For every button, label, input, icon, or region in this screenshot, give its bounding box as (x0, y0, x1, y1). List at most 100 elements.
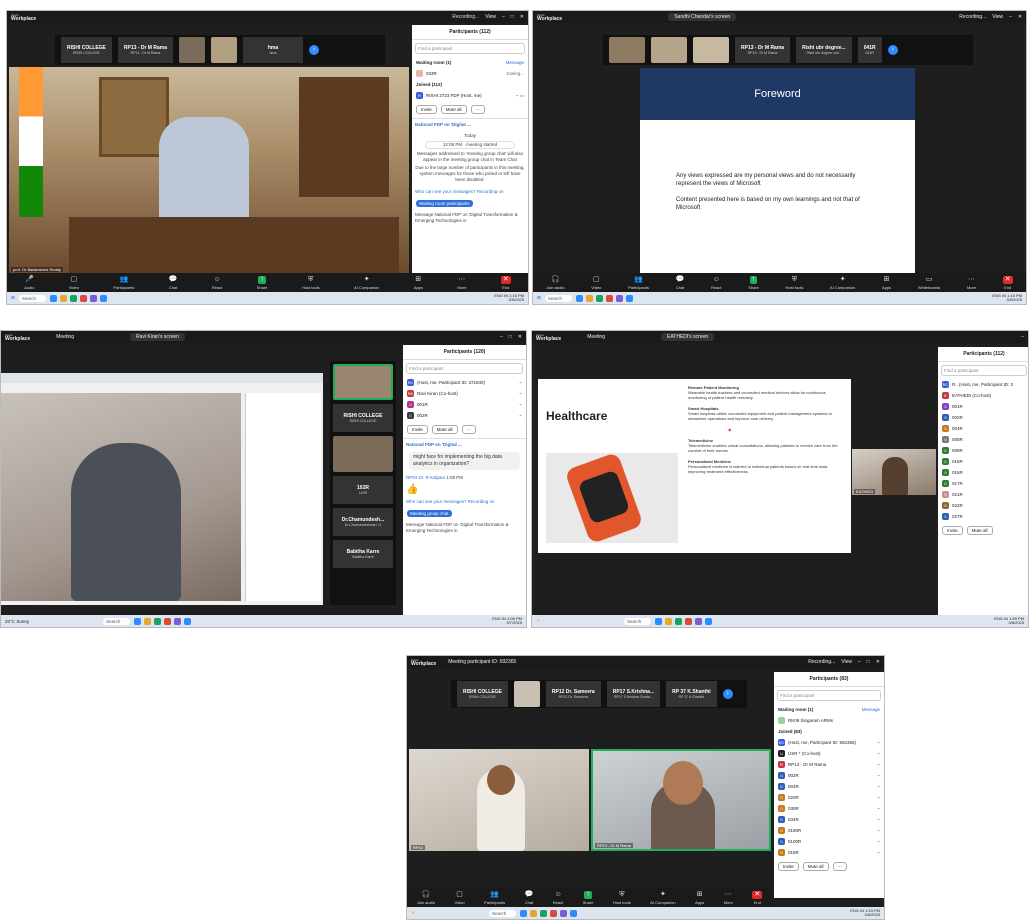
chat-message-input[interactable]: Message National FDP on 'Digital Transfo… (403, 519, 526, 537)
list-item[interactable]: RK Ravi Kiran (Co-host) ⌁ (403, 388, 526, 399)
invite-button[interactable]: Invite (778, 862, 799, 871)
clock-date[interactable]: 3/8/2025 (1008, 620, 1024, 625)
list-item[interactable]: 0 001R ⌁ (403, 399, 526, 410)
react-button[interactable]: ☺ React (711, 276, 721, 290)
list-item[interactable]: 0 015R ⌁ (774, 847, 884, 858)
taskbar-app-icons[interactable] (50, 294, 108, 302)
who-can-see-link[interactable]: Who can see your messages? Recording on (412, 186, 528, 198)
video-button[interactable]: ▢ Video (69, 276, 79, 290)
share-tab[interactable]: EATHEDI's screen (661, 333, 715, 341)
language-indicator[interactable]: ENG IN (992, 293, 1006, 298)
more-icon[interactable]: ··· (470, 105, 486, 114)
chat-button[interactable]: 💬 Chat (676, 276, 685, 290)
apps-button[interactable]: ⊞ Apps (695, 891, 704, 905)
recipient-chip[interactable]: Meeting group chat (407, 510, 452, 517)
windows-start-icon[interactable]: ☀ (536, 618, 540, 624)
share-button[interactable]: ↑ Share (583, 891, 593, 905)
meeting-menu[interactable]: Meeting (587, 334, 605, 340)
recording-indicator[interactable]: Recording... (452, 14, 479, 20)
audio-button[interactable]: 🎤 Audio (24, 276, 34, 290)
strip-tile[interactable]: Rishi ubr degree... Rishi ubr degree coll… (796, 37, 852, 63)
gallery-tile[interactable]: Dr.Chamundesh... Dr.Chamundeshwari. G (333, 508, 393, 536)
share-tab[interactable]: Sandhi Chandar's screen (668, 13, 737, 21)
list-item[interactable]: 0 020R ⌁ (774, 792, 884, 803)
strip-tile[interactable]: RP17 S.Krishna... RP17 S.Krishna Chaita..… (606, 681, 661, 707)
joined-header[interactable]: Joined (112) (412, 79, 528, 90)
list-item[interactable]: 0 030R ⌁ (774, 803, 884, 814)
host-tools-button[interactable]: ⛨ Host tools (786, 276, 804, 290)
taskbar-search-input[interactable]: Search (18, 294, 47, 302)
taskbar-app-icons[interactable] (655, 617, 713, 625)
participant-search-input[interactable]: Find a participant (406, 363, 523, 374)
maximize-icon[interactable]: □ (867, 659, 870, 665)
meeting-info[interactable]: Meeting participant ID: 592365 (448, 659, 516, 665)
strip-tile[interactable]: RP13 - Dr M Rama RP13 - Dr M Rama (117, 37, 173, 63)
end-button[interactable]: ✕ End (1002, 276, 1013, 290)
minimize-icon[interactable]: – (500, 334, 503, 340)
share-button[interactable]: ↑ Share (748, 276, 759, 290)
chat-button[interactable]: 💬 Chat (169, 276, 178, 290)
speaker-thumbnail[interactable]: EATHEDI (852, 449, 936, 495)
react-button[interactable]: ☺ React (212, 276, 222, 290)
apps-button[interactable]: ⊞ Apps (414, 276, 423, 290)
list-item[interactable]: 0 008R (938, 445, 1028, 456)
minimize-icon[interactable]: – (1009, 14, 1012, 20)
minimize-icon[interactable]: – (1021, 334, 1024, 340)
list-item[interactable]: 0 002R (938, 412, 1028, 423)
ai-companion-button[interactable]: ✦ AI Companion (354, 276, 379, 290)
list-item[interactable]: RC (Host, me, Participant ID: 371840) ⌁ (403, 377, 526, 388)
mute-all-button[interactable]: Mute all (431, 425, 458, 434)
ai-companion-button[interactable]: ✦ AI Companion (650, 891, 675, 905)
windows-start-icon[interactable]: ⊞ (11, 295, 15, 301)
minimize-icon[interactable]: – (858, 659, 861, 665)
strip-tile[interactable]: RP 37 K.Shanthi RP 37 K.Shanthi (666, 681, 717, 707)
participants-button[interactable]: 👥 Participants (113, 276, 134, 290)
taskbar-app-icons[interactable] (576, 294, 634, 302)
clock-date[interactable]: 3/7/2025 (506, 620, 522, 625)
strip-video-thumb[interactable] (178, 37, 205, 63)
list-item[interactable]: 0 004R ⌁ (774, 781, 884, 792)
list-item[interactable]: 0 0190R ⌁ (774, 825, 884, 836)
recipient-chip[interactable]: Waiting room participants (416, 200, 473, 207)
close-icon[interactable]: ✕ (518, 334, 522, 340)
strip-video-thumb[interactable] (609, 37, 645, 63)
joined-header[interactable]: Joined (83) (774, 726, 884, 737)
message-button[interactable]: Message (862, 707, 880, 712)
end-button[interactable]: ✕ End (500, 276, 511, 290)
view-menu[interactable]: View (992, 14, 1003, 20)
taskbar-search-input[interactable]: Search (489, 909, 517, 917)
taskbar-search-input[interactable]: Search (103, 617, 131, 625)
more-button[interactable]: ⋯ More (724, 891, 733, 905)
gallery-tile[interactable]: Babitha Karre Babitha Karre (333, 540, 393, 568)
list-item[interactable]: 0 001R (938, 401, 1028, 412)
participant-search-input[interactable]: Find a participant (941, 365, 1027, 376)
share-button[interactable]: ↑ Share (257, 276, 267, 290)
chat-message-input[interactable]: Message National FDP on 'Digital Transfo… (412, 209, 528, 227)
participants-button[interactable]: 👥 Participants (628, 276, 649, 290)
list-item[interactable]: 0 021R (938, 489, 1028, 500)
join-audio-button[interactable]: 🎧 Join audio (417, 891, 435, 905)
next-page-icon[interactable]: › (722, 689, 733, 699)
taskbar-app-icons[interactable] (134, 617, 192, 625)
clock-date[interactable]: 3/8/2025 (864, 912, 880, 917)
recording-indicator[interactable]: Recording... (808, 659, 835, 665)
language-indicator[interactable]: ENG IN (494, 293, 508, 298)
chat-button[interactable]: 💬 Chat (525, 891, 534, 905)
close-icon[interactable]: ✕ (1018, 14, 1022, 20)
windows-start-icon[interactable]: ☀ (411, 910, 415, 916)
video-tile-right[interactable]: RP13 - Dr M Rama (591, 749, 771, 851)
meeting-menu[interactable]: Meeting (56, 334, 74, 340)
list-item[interactable]: 0 022R (938, 500, 1028, 511)
ai-companion-button[interactable]: ✦ AI Companion (830, 276, 855, 290)
recording-indicator[interactable]: Recording... (959, 14, 986, 20)
list-item[interactable]: RC R...(Host, me, Participant ID: 3 (938, 379, 1028, 390)
gallery-video-thumb[interactable] (333, 364, 393, 400)
who-can-see-link[interactable]: Who can see your messages? Recording on (403, 496, 526, 508)
list-item[interactable]: 0 027R (938, 511, 1028, 522)
list-item[interactable]: R RISHI 2723 FDP (Host, me) ⌁ ▭ (412, 90, 528, 101)
host-tools-button[interactable]: ⛨ Host tools (302, 276, 320, 290)
minimize-icon[interactable]: – (502, 14, 505, 20)
list-item[interactable]: 0 005R (938, 434, 1028, 445)
strip-video-thumb[interactable] (513, 681, 540, 707)
view-menu[interactable]: View (841, 659, 852, 665)
